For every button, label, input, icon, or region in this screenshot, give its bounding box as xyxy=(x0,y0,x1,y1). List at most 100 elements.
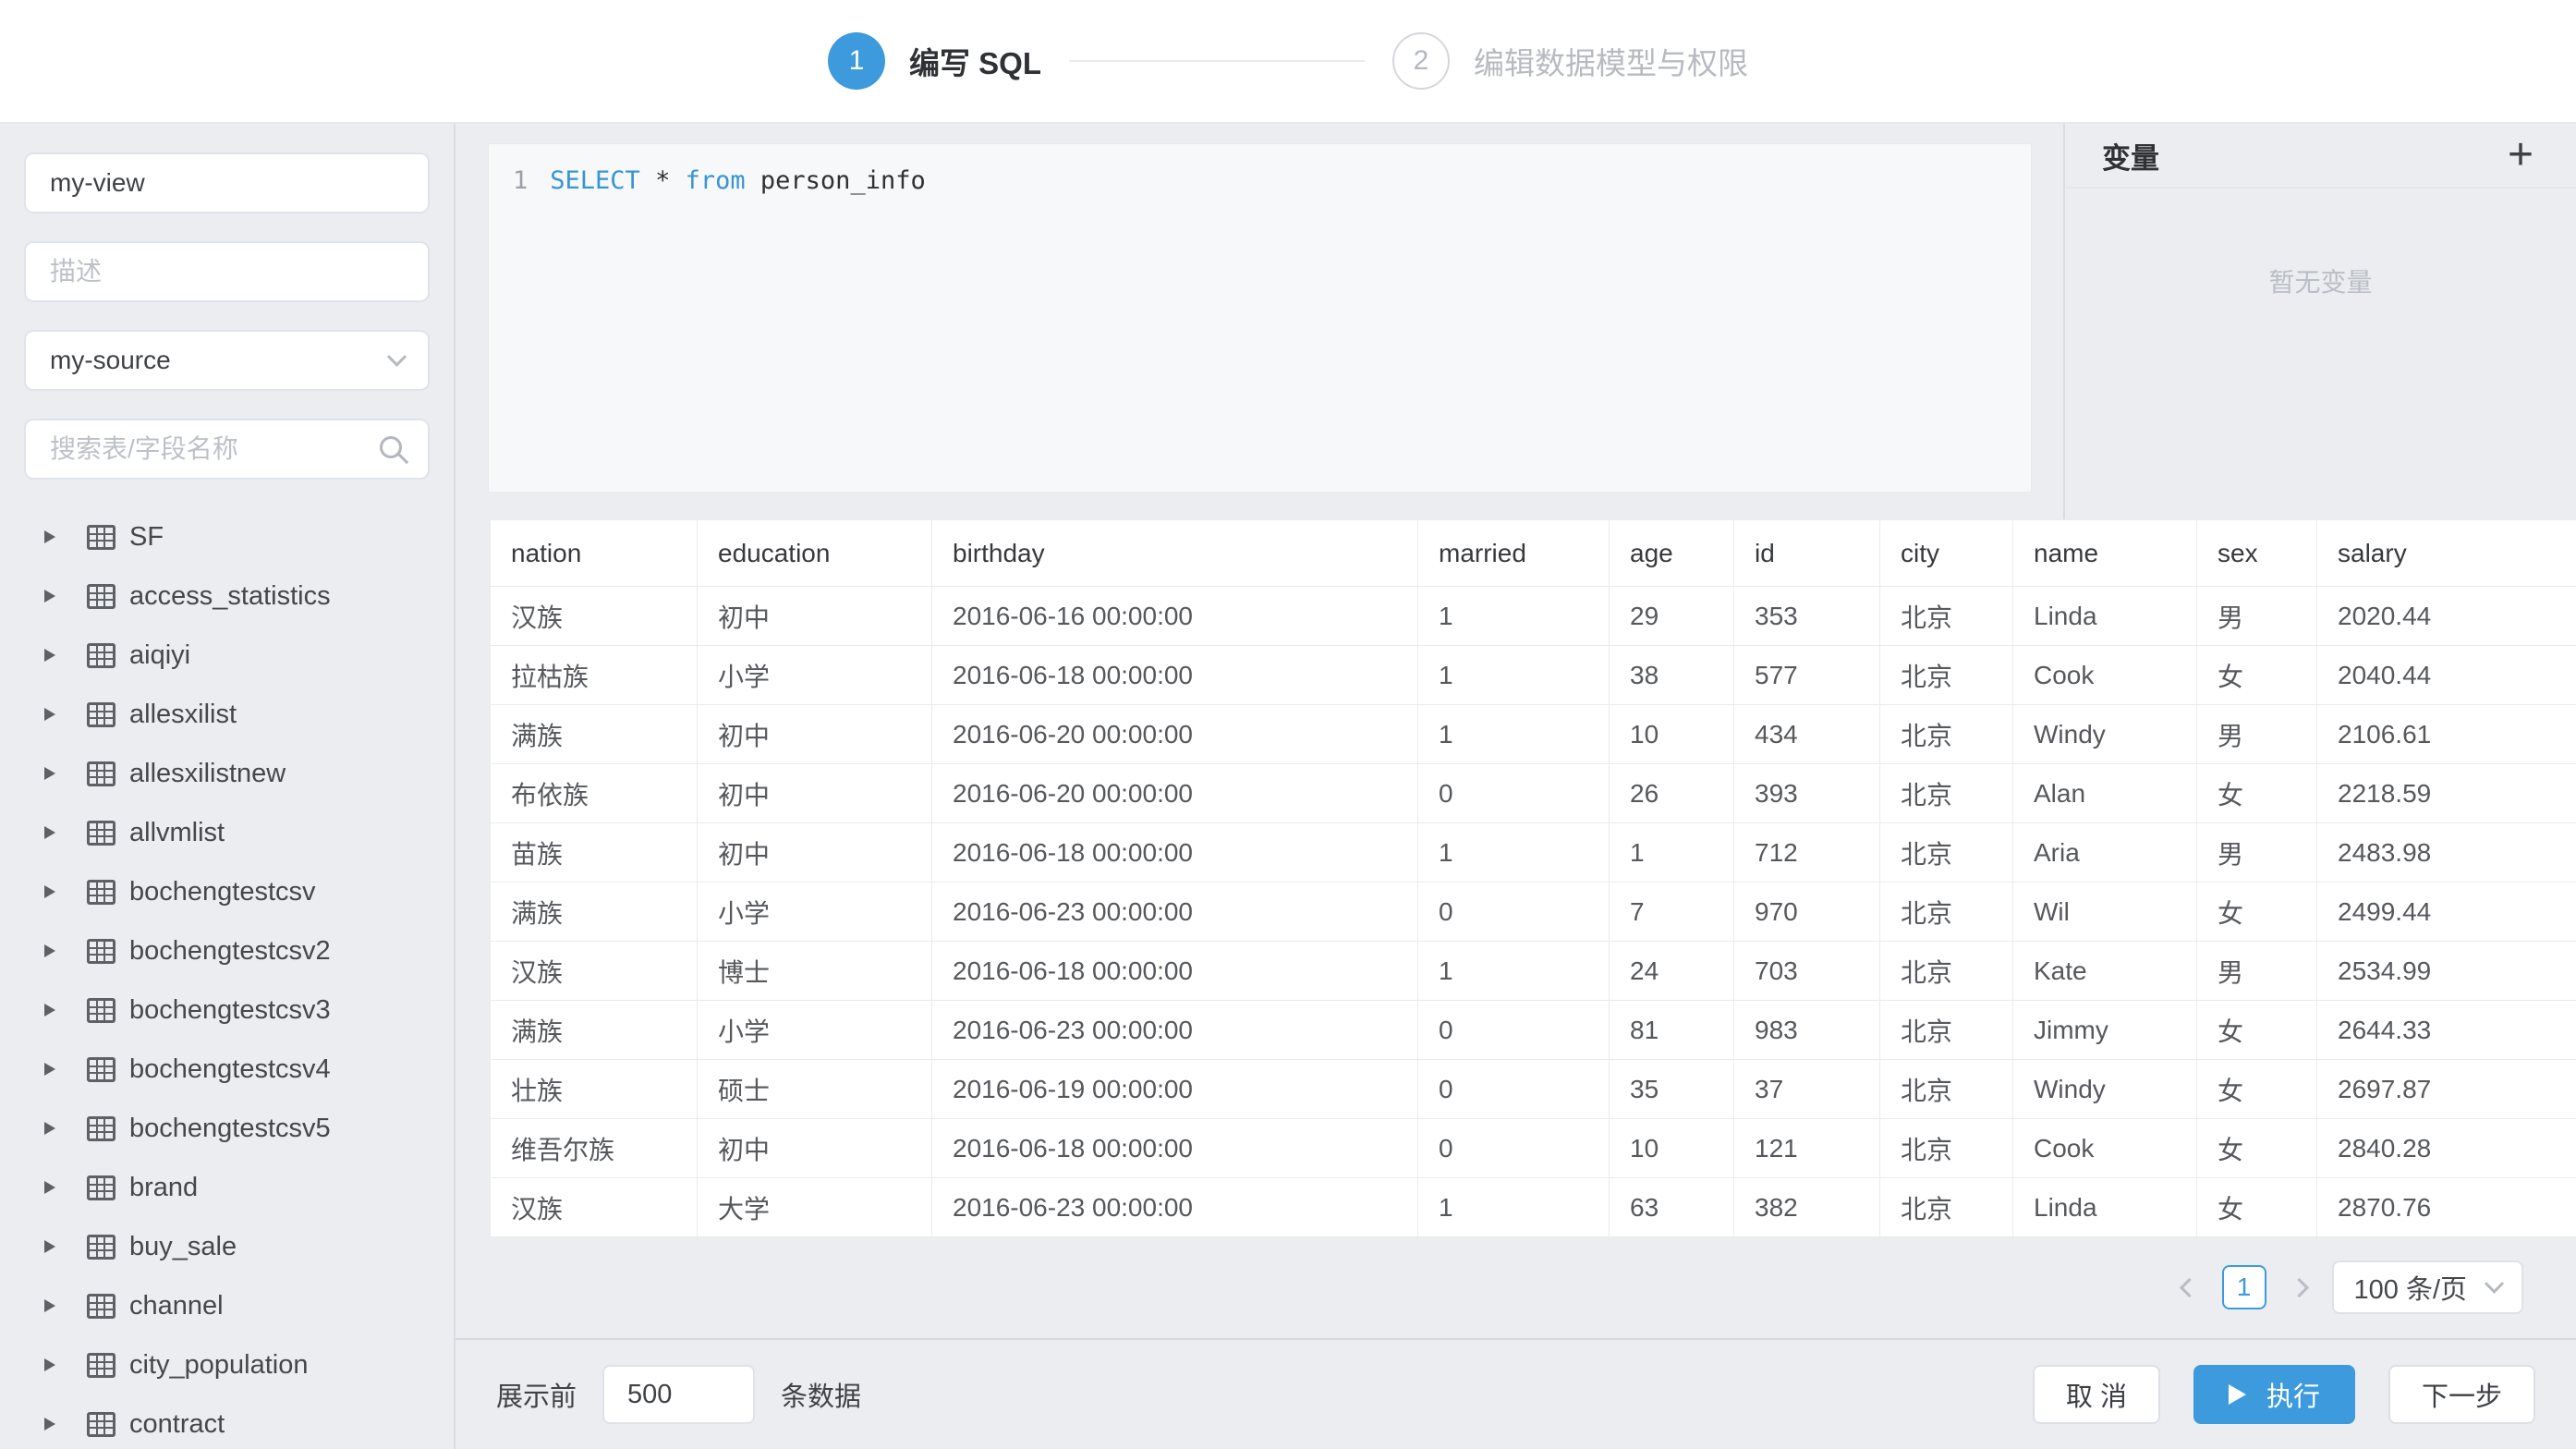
cell-sex: 女 xyxy=(2197,1178,2317,1237)
add-variable-icon[interactable]: + xyxy=(2508,133,2533,177)
description-input[interactable] xyxy=(24,241,430,302)
cell-age: 38 xyxy=(1610,646,1734,705)
tree-item-table[interactable]: aiqiyi xyxy=(0,626,454,685)
chevron-down-icon xyxy=(387,347,407,366)
page-size-select[interactable]: 100 条/页 xyxy=(2332,1260,2524,1314)
table-row: 壮族 硕士 2016-06-19 00:00:00 0 35 37 北京 Win… xyxy=(491,1060,2576,1119)
caret-right-icon xyxy=(44,944,55,957)
cell-salary: 2644.33 xyxy=(2317,1001,2576,1060)
cell-id: 970 xyxy=(1734,883,1880,942)
limit-suffix-label: 条数据 xyxy=(781,1375,861,1414)
tree-item-table[interactable]: bochengtestcsv xyxy=(0,862,454,921)
tree-item-label: bochengtestcsv4 xyxy=(129,1054,331,1085)
variables-empty-text: 暂无变量 xyxy=(2065,262,2576,299)
tree-item-table[interactable]: brand xyxy=(0,1158,454,1217)
column-header[interactable]: id xyxy=(1734,520,1880,587)
table-row: 布依族 初中 2016-06-20 00:00:00 0 26 393 北京 A… xyxy=(491,764,2576,823)
tree-item-table[interactable]: city_population xyxy=(0,1335,454,1394)
cell-nation: 满族 xyxy=(491,883,698,942)
cell-name: Windy xyxy=(2013,705,2197,764)
step-1-badge: 1 xyxy=(828,32,885,90)
cell-id: 393 xyxy=(1734,764,1880,823)
next-page-icon[interactable] xyxy=(2289,1277,2308,1297)
cell-nation: 汉族 xyxy=(491,587,698,646)
column-header[interactable]: married xyxy=(1418,520,1610,587)
column-header[interactable]: education xyxy=(698,520,932,587)
sql-editor[interactable]: 1SELECT * from person_info xyxy=(488,143,2032,493)
table-search-input[interactable] xyxy=(24,419,430,480)
cell-id: 577 xyxy=(1734,646,1880,705)
cell-education: 大学 xyxy=(698,1178,932,1237)
tree-item-table[interactable]: allvmlist xyxy=(0,803,454,862)
cell-nation: 汉族 xyxy=(491,942,698,1001)
view-name-input[interactable] xyxy=(24,152,430,213)
tree-item-label: allesxilistnew xyxy=(129,759,286,789)
cell-salary: 2218.59 xyxy=(2317,764,2576,823)
tree-item-table[interactable]: access_statistics xyxy=(0,566,454,626)
cell-sex: 男 xyxy=(2197,705,2317,764)
cell-salary: 2106.61 xyxy=(2317,705,2576,764)
column-header[interactable]: name xyxy=(2013,520,2197,587)
row-limit-input[interactable] xyxy=(602,1365,755,1424)
cell-age: 81 xyxy=(1610,1001,1734,1060)
sql-table-ref: person_info xyxy=(760,166,926,195)
current-page-button[interactable]: 1 xyxy=(2222,1265,2266,1309)
table-row: 汉族 博士 2016-06-18 00:00:00 1 24 703 北京 Ka… xyxy=(491,942,2576,1001)
column-header[interactable]: nation xyxy=(491,520,698,587)
cell-married: 1 xyxy=(1418,646,1610,705)
tree-item-table[interactable]: contract xyxy=(0,1394,454,1449)
tree-item-table[interactable]: allesxilistnew xyxy=(0,744,454,803)
cell-education: 初中 xyxy=(698,705,932,764)
tree-item-label: contract xyxy=(129,1409,225,1440)
tree-item-table[interactable]: allesxilist xyxy=(0,685,454,744)
cell-id: 121 xyxy=(1734,1119,1880,1178)
cell-sex: 女 xyxy=(2197,764,2317,823)
run-button[interactable]: 执行 xyxy=(2193,1365,2355,1424)
column-header[interactable]: salary xyxy=(2317,520,2576,587)
cell-education: 初中 xyxy=(698,1119,932,1178)
tree-item-table[interactable]: bochengtestcsv4 xyxy=(0,1040,454,1099)
caret-right-icon xyxy=(44,708,55,721)
tree-item-table[interactable]: channel xyxy=(0,1276,454,1335)
column-header[interactable]: sex xyxy=(2197,520,2317,587)
next-step-button[interactable]: 下一步 xyxy=(2388,1365,2535,1424)
result-table-body: 汉族 初中 2016-06-16 00:00:00 1 29 353 北京 Li… xyxy=(491,587,2576,1237)
table-grid-icon xyxy=(87,998,115,1023)
play-icon xyxy=(2229,1384,2246,1405)
cell-id: 434 xyxy=(1734,705,1880,764)
cell-city: 北京 xyxy=(1880,1001,2013,1060)
tree-item-table[interactable]: bochengtestcsv3 xyxy=(0,980,454,1040)
chevron-down-icon xyxy=(2485,1273,2504,1293)
cell-age: 1 xyxy=(1610,823,1734,883)
table-row: 汉族 初中 2016-06-16 00:00:00 1 29 353 北京 Li… xyxy=(491,587,2576,646)
variables-panel: 变量 + 暂无变量 xyxy=(2063,124,2576,519)
step-2-edit-model[interactable]: 2 编辑数据模型与权限 xyxy=(1392,32,1748,90)
table-row: 苗族 初中 2016-06-18 00:00:00 1 1 712 北京 Ari… xyxy=(491,823,2576,883)
column-header[interactable]: age xyxy=(1610,520,1734,587)
tree-item-table[interactable]: bochengtestcsv2 xyxy=(0,921,454,980)
table-grid-icon xyxy=(87,761,115,786)
column-header[interactable]: city xyxy=(1880,520,2013,587)
tree-item-table[interactable]: SF xyxy=(0,507,454,566)
cell-education: 初中 xyxy=(698,764,932,823)
cell-id: 712 xyxy=(1734,823,1880,883)
table-grid-icon xyxy=(87,1294,115,1319)
cell-married: 0 xyxy=(1418,764,1610,823)
cell-name: Aria xyxy=(2013,823,2197,883)
prev-page-icon[interactable] xyxy=(2179,1277,2198,1297)
table-grid-icon xyxy=(87,1235,115,1260)
caret-right-icon xyxy=(44,1299,55,1312)
caret-right-icon xyxy=(44,1418,55,1431)
datasource-select[interactable]: my-source xyxy=(24,330,430,391)
cell-sex: 男 xyxy=(2197,823,2317,883)
step-1-write-sql[interactable]: 1 编写 SQL xyxy=(828,32,1041,90)
cell-name: Cook xyxy=(2013,1119,2197,1178)
cancel-button[interactable]: 取 消 xyxy=(2033,1365,2160,1424)
tree-item-label: SF xyxy=(129,522,164,553)
tree-item-table[interactable]: buy_sale xyxy=(0,1217,454,1276)
column-header[interactable]: birthday xyxy=(932,520,1418,587)
table-grid-icon xyxy=(87,939,115,964)
table-grid-icon xyxy=(87,525,115,550)
tree-item-table[interactable]: bochengtestcsv5 xyxy=(0,1099,454,1158)
cell-birthday: 2016-06-20 00:00:00 xyxy=(932,705,1418,764)
